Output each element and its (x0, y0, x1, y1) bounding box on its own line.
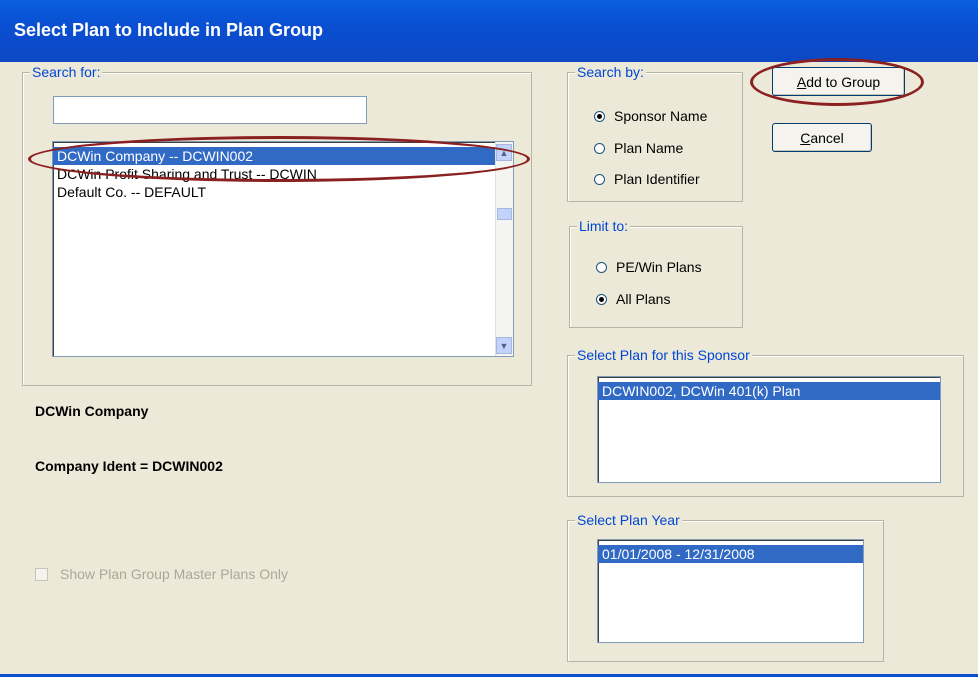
scroll-up-button[interactable]: ▲ (496, 144, 512, 161)
select-year-legend: Select Plan Year (575, 512, 682, 528)
plan-list[interactable]: DCWIN002, DCWin 401(k) Plan (597, 376, 941, 483)
list-item[interactable]: DCWin Profit Sharing and Trust -- DCWIN (53, 165, 513, 183)
radio-plan-identifier[interactable]: Plan Identifier (594, 171, 700, 187)
radio-button[interactable] (594, 173, 605, 185)
radio-button[interactable] (596, 261, 607, 273)
scroll-down-button[interactable]: ▼ (496, 337, 512, 354)
checkbox-box[interactable] (35, 567, 48, 581)
list-item[interactable]: 01/01/2008 - 12/31/2008 (598, 545, 863, 563)
show-master-plans-checkbox[interactable]: Show Plan Group Master Plans Only (35, 566, 288, 582)
company-name-label: DCWin Company (35, 403, 149, 419)
radio-plan-name[interactable]: Plan Name (594, 140, 683, 156)
scrollbar[interactable]: ▲ ▼ (495, 142, 513, 356)
search-by-legend: Search by: (575, 64, 646, 80)
radio-button[interactable] (594, 110, 605, 122)
title-bar: Select Plan to Include in Plan Group (0, 0, 978, 62)
search-input[interactable] (53, 96, 367, 124)
window-title: Select Plan to Include in Plan Group (14, 20, 324, 40)
radio-all-plans[interactable]: All Plans (596, 291, 670, 307)
scroll-thumb[interactable] (497, 208, 512, 220)
company-ident-label: Company Ident = DCWIN002 (35, 458, 223, 474)
limit-to-group (569, 226, 743, 328)
cancel-button[interactable]: Cancel (772, 123, 872, 152)
list-item[interactable]: DCWin Company -- DCWIN002 (53, 147, 496, 165)
radio-button[interactable] (596, 293, 607, 305)
show-master-plans-label: Show Plan Group Master Plans Only (60, 566, 288, 582)
radio-sponsor-name[interactable]: Sponsor Name (594, 108, 707, 124)
list-item[interactable]: Default Co. -- DEFAULT (53, 183, 513, 201)
radio-button[interactable] (594, 142, 605, 154)
select-plan-legend: Select Plan for this Sponsor (575, 347, 752, 363)
limit-to-legend: Limit to: (577, 218, 631, 234)
add-to-group-button[interactable]: Add to Group (772, 67, 905, 96)
search-results-list[interactable]: DCWin Company -- DCWIN002 DCWin Profit S… (52, 141, 514, 357)
list-item[interactable]: DCWIN002, DCWin 401(k) Plan (598, 382, 940, 400)
radio-pewin-plans[interactable]: PE/Win Plans (596, 259, 702, 275)
search-for-legend: Search for: (30, 64, 103, 80)
chevron-up-icon: ▲ (499, 147, 509, 158)
chevron-down-icon: ▼ (499, 340, 509, 351)
plan-year-list[interactable]: 01/01/2008 - 12/31/2008 (597, 539, 864, 643)
